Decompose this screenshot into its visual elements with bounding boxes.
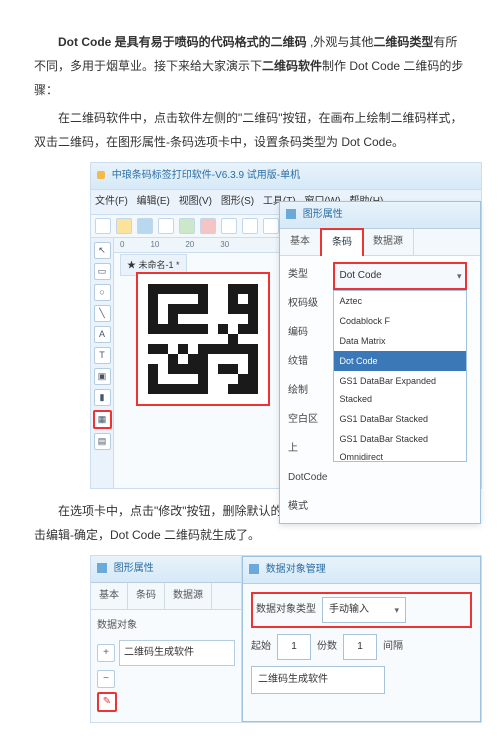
menu-view[interactable]: 视图(V)	[179, 196, 212, 207]
type-option[interactable]: GS1 DataBar Stacked Omnidirect	[334, 429, 466, 462]
panel-title: 图形属性	[280, 202, 480, 229]
panel-icon	[249, 564, 259, 574]
tool-save-icon[interactable]	[137, 218, 153, 234]
type-select-2[interactable]: 手动输入 ▾	[322, 597, 406, 623]
type-label: 数据对象类型	[256, 600, 316, 620]
section-label: 数据对象	[97, 616, 235, 636]
qr-object[interactable]	[136, 272, 270, 406]
start-label: 起始	[251, 637, 271, 657]
tool-undo-icon[interactable]	[263, 218, 279, 234]
add-item-icon[interactable]: +	[97, 644, 115, 662]
chevron-down-icon: ▾	[457, 267, 462, 285]
paragraph-2: 在二维码软件中，点击软件左侧的"二维码"按钮，在画布上绘制二维码样式，双击二维码…	[34, 106, 466, 154]
panel-icon	[286, 209, 296, 219]
tab-datasource[interactable]: 数据源	[363, 229, 414, 255]
tool-paste-icon[interactable]	[242, 218, 258, 234]
tool-copy-icon[interactable]	[221, 218, 237, 234]
tool-richtext-icon[interactable]: T	[94, 347, 111, 364]
tool-palette: ↖ ▭ ○ ╲ A T ▣ ▮ ▦ ▤	[91, 238, 114, 488]
menu-shape[interactable]: 图形(S)	[221, 196, 254, 207]
data-item[interactable]: 二维码生成软件	[119, 640, 235, 666]
menu-file[interactable]: 文件(F)	[95, 196, 128, 207]
tool-pointer-icon[interactable]: ↖	[94, 242, 111, 259]
type-option[interactable]: Codablock F	[334, 311, 466, 331]
type-option[interactable]: Aztec	[334, 291, 466, 311]
tool-db-icon[interactable]	[179, 218, 195, 234]
app-icon	[97, 171, 105, 179]
data-object-panel: 数据对象管理 数据对象类型 手动输入 ▾ 起始 1 份数 1 间隔	[242, 556, 481, 722]
tool-barcode-icon[interactable]: ▮	[94, 389, 111, 406]
type-option[interactable]: Dot Code	[334, 351, 466, 371]
tool-grid-icon[interactable]: ▤	[94, 433, 111, 450]
tab-basic[interactable]: 基本	[280, 229, 321, 255]
tool-rect-icon[interactable]: ▭	[94, 263, 111, 280]
window-title: 中琅条码标签打印软件-V6.3.9 试用版-单机	[91, 163, 481, 190]
type-option[interactable]: GS1 DataBar Expanded Stacked	[334, 371, 466, 409]
field-labels: 类型 权码级 编码 纹错 绘制 空白区 上 DotCode 模式	[288, 262, 327, 517]
tool-image-icon[interactable]: ▣	[94, 368, 111, 385]
tab2-datasource[interactable]: 数据源	[165, 583, 212, 609]
qr-graphic	[148, 284, 258, 394]
type-option[interactable]: Data Matrix	[334, 331, 466, 351]
tool-circle-icon[interactable]: ○	[94, 284, 111, 301]
tab2-barcode[interactable]: 条码	[128, 583, 165, 609]
screenshot-2: 图形属性 基本 条码 数据源 数据对象 + 二维码生成软件 − ✎	[90, 555, 482, 723]
tool-cut-icon[interactable]	[200, 218, 216, 234]
type-dropdown[interactable]: AztecCodablock FData MatrixDot CodeGS1 D…	[333, 290, 467, 462]
tool-line-icon[interactable]: ╲	[94, 305, 111, 322]
menu-edit[interactable]: 编辑(E)	[137, 196, 170, 207]
start-input[interactable]: 1	[277, 634, 311, 660]
type-option[interactable]: GS1 DataBar Stacked	[334, 409, 466, 429]
chevron-down-icon: ▾	[394, 601, 399, 619]
type-select[interactable]: Dot Code ▾	[333, 262, 467, 290]
data-panel-title: 数据对象管理	[243, 557, 480, 584]
tool-open-icon[interactable]	[116, 218, 132, 234]
count-input[interactable]: 1	[343, 634, 377, 660]
tab2-basic[interactable]: 基本	[91, 583, 128, 609]
count-label: 份数	[317, 637, 337, 657]
tool-print-icon[interactable]	[158, 218, 174, 234]
panel2-title: 图形属性	[91, 556, 241, 583]
paragraph-1: Dot Code 是具有易于喷码的代码格式的二维码 ,外观与其他二维码类型有所不…	[34, 30, 466, 102]
tab-barcode[interactable]: 条码	[320, 228, 364, 256]
edit-item-icon[interactable]: ✎	[97, 692, 117, 712]
tool-new-icon[interactable]	[95, 218, 111, 234]
properties-panel: 图形属性 基本 条码 数据源 类型 权码级 编码 纹错 绘制 空白区 上 Dot…	[279, 201, 481, 524]
gap-label: 间隔	[383, 637, 403, 657]
screenshot-1: 中琅条码标签打印软件-V6.3.9 试用版-单机 文件(F) 编辑(E) 视图(…	[90, 162, 482, 489]
panel-tabs: 基本 条码 数据源	[280, 229, 480, 256]
panel-icon	[97, 563, 107, 573]
tool-text-icon[interactable]: A	[94, 326, 111, 343]
properties-panel-2: 图形属性 基本 条码 数据源 数据对象 + 二维码生成软件 − ✎	[91, 556, 242, 722]
tool-qrcode-icon[interactable]: ▦	[93, 410, 112, 429]
remove-item-icon[interactable]: −	[97, 670, 115, 688]
content-input[interactable]: 二维码生成软件	[251, 666, 385, 694]
